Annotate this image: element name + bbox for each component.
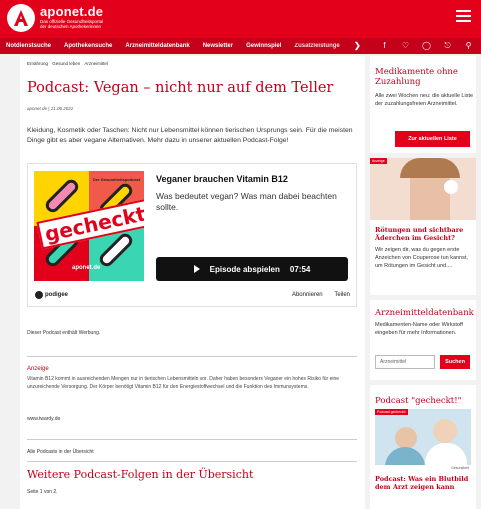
all-podcasts-link[interactable]: Alle Podcasts in der Übersicht bbox=[27, 449, 94, 455]
podigee-logo[interactable]: podigee bbox=[35, 291, 68, 299]
cover-brand: aponet.de bbox=[72, 265, 101, 271]
podcast-box-title: Podcast "gecheckt!" bbox=[375, 396, 462, 406]
article-lead: Kleidung, Kosmetik oder Taschen: Nicht n… bbox=[27, 127, 353, 144]
current-list-button[interactable]: Zur aktuellen Liste bbox=[395, 131, 470, 147]
nav-item-notdienstsuche[interactable]: Notdienstsuche bbox=[6, 43, 51, 49]
play-episode-button[interactable]: Episode abspielen 07:54 bbox=[156, 257, 348, 281]
ad-description: Wir zeigen dir, was du gegen erste Anzei… bbox=[375, 247, 468, 269]
nav-item-newsletter[interactable]: Newsletter bbox=[203, 43, 233, 49]
medication-search-input[interactable]: Arzneimittel bbox=[375, 355, 435, 369]
db-text: Medikamenten-Name oder Wirkstoff eingebe… bbox=[375, 322, 463, 336]
ad-title[interactable]: Rötungen und sichtbare Äder­chen im Gesi… bbox=[375, 226, 476, 242]
ad-link[interactable]: www.twardy.de bbox=[27, 416, 60, 422]
podcast-cover: Der Gesundheitspodcast gecheckt! aponet.… bbox=[34, 171, 144, 281]
ad-image bbox=[370, 158, 476, 220]
sidebar-box-podcast: Podcast "gecheckt!" Podcast gecheckt! Ge… bbox=[370, 385, 476, 509]
podcast-teaser-title[interactable]: Podcast: Was ein Blutbild dem Arzt zeige… bbox=[375, 475, 476, 491]
ad-text: Vitamin B12 kommt in ausreichenden Menge… bbox=[27, 376, 340, 390]
more-episodes-title: Weitere Podcast-Folgen in der Übersicht bbox=[27, 468, 254, 481]
article-column: Ernährung Gesund leben Arzneimittel Podc… bbox=[20, 56, 365, 509]
nav-item-gewinnspiel[interactable]: Gewinnspiel bbox=[246, 43, 281, 49]
chevron-right-icon[interactable]: ❯ bbox=[354, 41, 361, 50]
divider bbox=[27, 439, 357, 440]
nav-item-arzneimitteldatenbank[interactable]: Arzneimitteldatenbank bbox=[125, 43, 189, 49]
ad-badge: Anzeige bbox=[370, 158, 387, 164]
play-icon bbox=[193, 265, 200, 273]
nav-item-zusatzleistungen[interactable]: Zusatzleistungen bbox=[294, 43, 340, 49]
player-links: Abonnieren Teilen bbox=[282, 292, 350, 298]
header-bar: aponet.de Das offizielle Gesundheitsport… bbox=[0, 0, 481, 38]
social-icons: f ♡ ◯ ⎋ ⚲ bbox=[368, 41, 473, 51]
pinterest-icon[interactable]: ⎋ bbox=[443, 41, 452, 51]
article-meta: aponet.de | 21.06.2022 bbox=[27, 106, 74, 111]
facebook-icon[interactable]: f bbox=[380, 41, 389, 51]
divider bbox=[27, 461, 357, 462]
breadcrumb-item[interactable]: Gesund leben bbox=[52, 61, 80, 66]
image-credit: Gesundheit bbox=[451, 466, 469, 470]
db-title: Arzneimitteldatenbank bbox=[375, 308, 474, 318]
episode-title: Veganer brauchen Vitamin B12 bbox=[156, 174, 288, 184]
episode-duration: 07:54 bbox=[289, 264, 311, 274]
share-link[interactable]: Teilen bbox=[334, 292, 350, 298]
nav-item-apothekensuche[interactable]: Apothekensuche bbox=[64, 43, 112, 49]
podcast-badge: Podcast gecheckt! bbox=[375, 409, 408, 415]
search-button[interactable]: Suchen bbox=[440, 355, 470, 369]
pharmacy-a-logo-icon[interactable] bbox=[7, 4, 35, 32]
divider bbox=[27, 356, 357, 357]
search-icon[interactable]: ⚲ bbox=[464, 41, 473, 51]
zuzahlung-text: Alle zwei Wochen neu: die aktuelle Liste… bbox=[375, 93, 474, 107]
ad-disclaimer: Dieser Podcast enthält Werbung. bbox=[27, 330, 101, 336]
breadcrumb-item[interactable]: Arzneimittel bbox=[84, 61, 108, 66]
zuzahlung-title: Medikamente ohne Zuzahlung bbox=[375, 67, 458, 87]
page-info: Seite 1 von 2. bbox=[27, 489, 58, 495]
page-title: Podcast: Vegan – nicht nur auf dem Telle… bbox=[27, 80, 334, 96]
provider-name: podigee bbox=[45, 292, 69, 298]
cover-label: Der Gesundheitspodcast bbox=[92, 177, 141, 182]
brand-tagline: Das offizielle Gesundheitsportal der deu… bbox=[40, 19, 104, 29]
podcast-player: Der Gesundheitspodcast gecheckt! aponet.… bbox=[27, 163, 357, 307]
play-label: Episode abspielen bbox=[209, 264, 280, 274]
sidebar-ad[interactable]: Anzeige Rötungen und sichtbare Äder­chen… bbox=[370, 158, 476, 295]
ad-label: Anzeige bbox=[27, 366, 49, 372]
podcast-teaser-image[interactable] bbox=[375, 409, 471, 465]
sidebar-box-db: Arzneimitteldatenbank Medikamenten-Name … bbox=[370, 300, 476, 380]
sidebar-box-zuzahlung: Medikamente ohne Zuzahlung Alle zwei Woc… bbox=[370, 56, 476, 153]
brand-name[interactable]: aponet.de bbox=[40, 4, 103, 19]
main-nav: Notdienstsuche Apothekensuche Arzneimitt… bbox=[0, 38, 481, 54]
subscribe-link[interactable]: Abonnieren bbox=[292, 292, 323, 298]
hamburger-icon[interactable] bbox=[456, 10, 471, 22]
breadcrumb-item[interactable]: Ernährung bbox=[27, 61, 48, 66]
podigee-icon bbox=[35, 291, 43, 299]
twitter-icon[interactable]: ♡ bbox=[401, 41, 410, 51]
breadcrumb: Ernährung Gesund leben Arzneimittel bbox=[27, 61, 111, 66]
instagram-icon[interactable]: ◯ bbox=[422, 41, 431, 51]
episode-description: Was bedeutet vegan? Was man dabei beacht… bbox=[156, 191, 337, 212]
